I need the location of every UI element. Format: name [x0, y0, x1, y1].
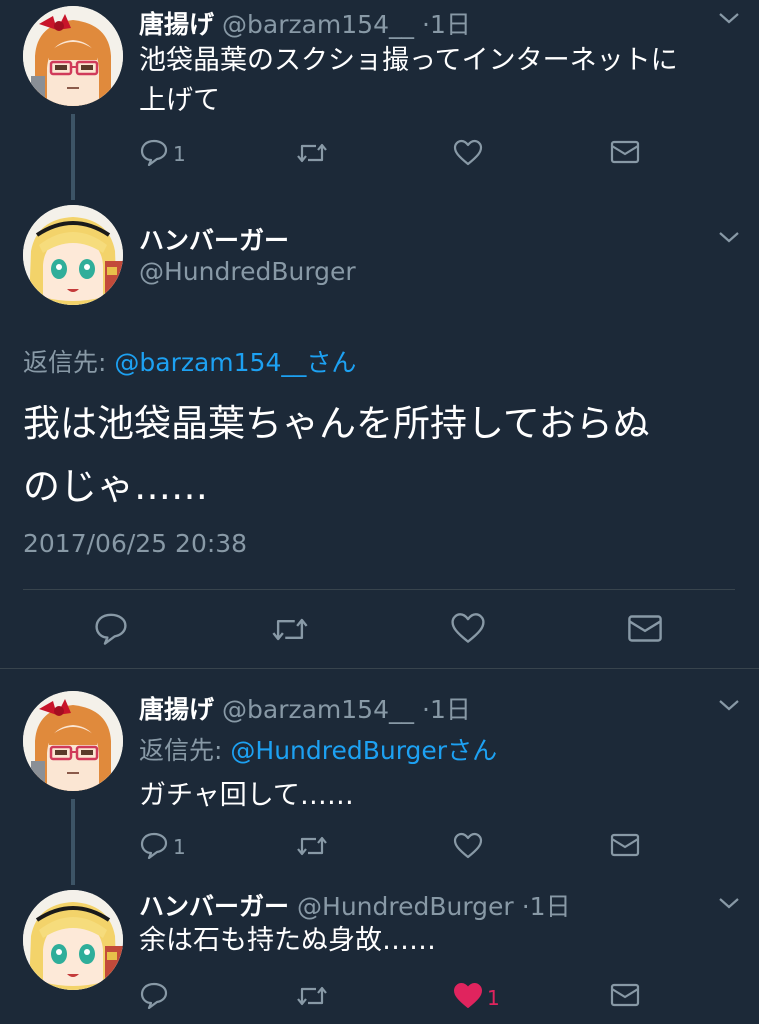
like-button[interactable]: [450, 612, 486, 648]
like-icon: [453, 139, 483, 170]
tweet-4-text: 余は石も持たぬ身故……: [139, 925, 436, 956]
main-tweet-author-handle[interactable]: @HundredBurger: [139, 257, 356, 286]
retweet-button[interactable]: [296, 983, 328, 1013]
tweet-1-text-line2: 上げて: [139, 85, 220, 116]
reply-context-prefix: 返信先:: [139, 736, 223, 765]
retweet-button[interactable]: [296, 140, 328, 170]
avatar-karaage[interactable]: [23, 6, 123, 106]
like-button[interactable]: 1: [453, 982, 500, 1013]
like-button[interactable]: [453, 832, 483, 863]
main-tweet-text-line2: のじゃ……: [23, 465, 208, 508]
tweet-3-header: 唐揚げ @barzam154__ ·1日: [139, 690, 471, 726]
main-tweet-text-line1: 我は池袋晶葉ちゃんを所持しておらぬ: [23, 402, 650, 445]
tweet-1-header: 唐揚げ @barzam154__ ·1日: [139, 5, 471, 41]
reply-count: 1: [173, 142, 186, 166]
reply-context-suffix: さん: [306, 348, 357, 377]
divider: [0, 668, 759, 669]
avatar-hundredburger[interactable]: [23, 205, 123, 305]
chevron-down-icon[interactable]: [717, 895, 741, 915]
tweet-1-text: 池袋晶葉のスクショ撮ってインターネットに 上げて: [139, 41, 678, 121]
tweet-3-reply-context: 返信先: @HundredBurgerさん: [139, 731, 497, 767]
like-icon: [453, 832, 483, 863]
reply-context-prefix: 返信先:: [23, 348, 107, 377]
retweet-icon: [296, 833, 328, 863]
retweet-icon: [296, 983, 328, 1013]
like-button[interactable]: [453, 139, 483, 170]
tweet-4-time: ·1日: [521, 892, 571, 921]
reply-count: 1: [173, 835, 186, 859]
thread-line: [71, 799, 75, 885]
chevron-down-icon[interactable]: [717, 229, 741, 249]
like-icon: [453, 982, 483, 1013]
chevron-down-icon[interactable]: [717, 10, 741, 30]
reply-context-user-link[interactable]: @barzam154__: [114, 348, 306, 377]
dm-icon: [610, 983, 640, 1011]
retweet-icon: [271, 614, 309, 649]
tweet-1-text-line1: 池袋晶葉のスクショ撮ってインターネットに: [139, 45, 678, 76]
reply-icon: [139, 981, 169, 1013]
tweet-3-author-handle[interactable]: @barzam154__: [222, 695, 414, 724]
avatar-karaage[interactable]: [23, 691, 123, 791]
reply-icon: [139, 831, 169, 863]
tweet-3-time: ·1日: [422, 695, 471, 724]
dm-icon: [610, 833, 640, 861]
reply-context-suffix: さん: [447, 736, 498, 765]
tweet-4-author-handle[interactable]: @HundredBurger: [297, 892, 514, 921]
main-tweet-author-name[interactable]: ハンバーガー: [139, 221, 289, 257]
reply-icon: [93, 611, 129, 649]
reply-button[interactable]: [139, 981, 169, 1013]
retweet-button[interactable]: [271, 614, 309, 649]
tweet-3-author-name[interactable]: 唐揚げ: [139, 690, 214, 726]
chevron-down-icon[interactable]: [717, 697, 741, 717]
tweet-4-header: ハンバーガー @HundredBurger ·1日: [139, 887, 571, 923]
retweet-button[interactable]: [296, 833, 328, 863]
like-icon: [450, 612, 486, 648]
dm-button[interactable]: [610, 983, 640, 1011]
tweet-1-author-handle[interactable]: @barzam154__: [222, 10, 414, 39]
reply-button[interactable]: 1: [139, 138, 186, 170]
dm-button[interactable]: [610, 833, 640, 861]
main-tweet-reply-context: 返信先: @barzam154__さん: [23, 343, 356, 379]
reply-icon: [139, 138, 169, 170]
dm-button[interactable]: [627, 614, 663, 647]
avatar-hundredburger[interactable]: [23, 890, 123, 990]
like-count: 1: [487, 985, 500, 1010]
reply-context-user-link[interactable]: @HundredBurger: [230, 736, 447, 765]
tweet-1-time: ·1日: [422, 10, 471, 39]
thread-line: [71, 114, 75, 200]
tweet-4-author-name[interactable]: ハンバーガー: [139, 887, 289, 923]
dm-icon: [627, 614, 663, 647]
divider: [23, 589, 735, 590]
dm-icon: [610, 140, 640, 168]
tweet-1-author-name[interactable]: 唐揚げ: [139, 5, 214, 41]
reply-button[interactable]: [93, 611, 129, 649]
main-tweet-text: 我は池袋晶葉ちゃんを所持しておらぬ のじゃ……: [23, 392, 650, 518]
reply-button[interactable]: 1: [139, 831, 186, 863]
retweet-icon: [296, 140, 328, 170]
tweet-3-text: ガチャ回して……: [139, 780, 354, 811]
main-tweet-timestamp: 2017/06/25 20:38: [23, 529, 248, 558]
dm-button[interactable]: [610, 140, 640, 168]
